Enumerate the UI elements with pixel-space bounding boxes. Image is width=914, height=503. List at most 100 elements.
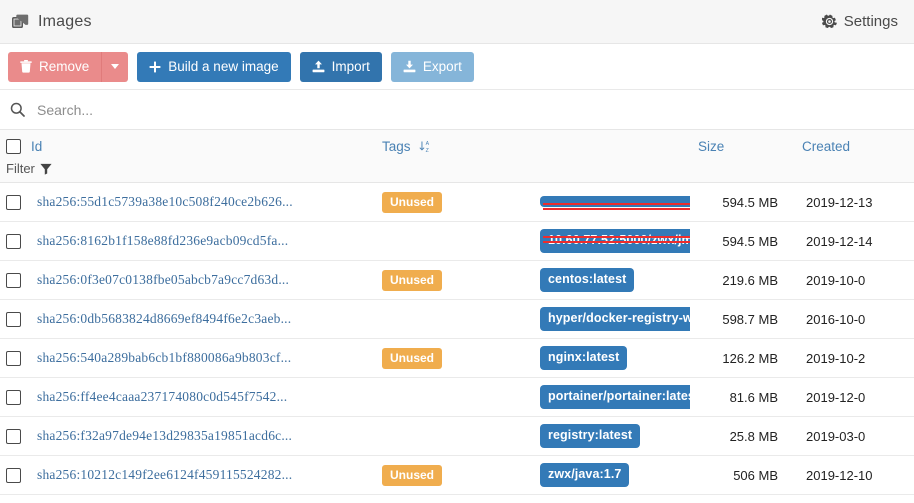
select-all-checkbox[interactable] [6,139,21,154]
cell-id: sha256:10212c149f2ee6124f459115524282... [0,455,374,495]
table-header-row: Id Filter Tags A Z Size Created [0,130,914,183]
filter-label: Filter [6,161,35,176]
table-row[interactable]: sha256:f32a97de94e13d29835a19851acd6c...… [0,416,914,456]
row-select-checkbox[interactable] [6,194,21,210]
svg-text:Z: Z [426,148,429,153]
search-input[interactable] [35,100,904,119]
cell-unused: Unused [374,455,532,495]
cell-size: 25.8 MB [690,416,794,456]
search-bar [0,90,914,130]
cell-created: 2019-12-13 [794,182,914,222]
image-id-link[interactable]: sha256:f32a97de94e13d29835a19851acd6c... [37,428,292,444]
cell-tag: registry:latest [532,416,690,456]
cell-tag: hyper/docker-registry-web:latest [532,299,690,339]
import-button[interactable]: Import [299,51,382,82]
remove-button[interactable]: Remove [8,51,102,82]
cell-created: 2016-10-0 [794,299,914,339]
table-row[interactable]: sha256:0db5683824d8669ef8494f6e2c3aeb...… [0,299,914,339]
image-id-link[interactable]: sha256:10212c149f2ee6124f459115524282... [37,467,292,483]
image-id-link[interactable]: sha256:540a289bab6cb1bf880086a9b803cf... [37,350,291,366]
tag-badge: registry:latest [540,424,641,448]
build-image-button[interactable]: Build a new image [137,51,291,82]
column-header-tags-label: Tags [382,139,411,154]
cell-unused [374,299,532,339]
table-row[interactable]: sha256:0f3e07c0138fbe05abcb7a9cc7d63d...… [0,260,914,300]
cell-tag: centos:latest [532,260,690,300]
export-label: Export [422,58,462,74]
images-icon [12,14,29,30]
image-id-link[interactable]: sha256:0db5683824d8669ef8494f6e2c3aeb... [37,311,291,327]
table-row[interactable]: sha256:55d1c5739a38e10c508f240ce2b626...… [0,182,914,222]
cell-unused: Unused [374,338,532,378]
cell-tag: nginx:latest [532,338,690,378]
table-row[interactable]: sha256:ff4ee4caaa237174080c0d545f7542...… [0,377,914,417]
cell-tag [532,182,690,222]
cell-id: sha256:0f3e07c0138fbe05abcb7a9cc7d63d... [0,260,374,300]
cell-tag: portainer/portainer:latest [532,377,690,417]
cell-id: sha256:540a289bab6cb1bf880086a9b803cf... [0,338,374,378]
image-id-link[interactable]: sha256:0f3e07c0138fbe05abcb7a9cc7d63d... [37,272,289,288]
row-select-checkbox[interactable] [6,467,21,483]
cell-created: 2019-03-0 [794,416,914,456]
row-select-checkbox[interactable] [6,272,21,288]
table-row[interactable]: sha256:8162b1f158e88fd236e9acb09cd5fa...… [0,221,914,261]
export-button[interactable]: Export [390,51,474,82]
settings-label: Settings [843,13,898,30]
cell-size: 219.6 MB [690,260,794,300]
remove-button-group: Remove [8,51,129,82]
cell-size: 126.2 MB [690,338,794,378]
cell-size: 594.5 MB [690,182,794,222]
cell-tag: 10.60.77.52:5000/zwx/jmdservice:latest [532,221,690,261]
filter-control[interactable]: Filter [6,161,366,176]
cell-size: 594.5 MB [690,221,794,261]
table-body: sha256:55d1c5739a38e10c508f240ce2b626...… [0,182,914,495]
cell-id: sha256:55d1c5739a38e10c508f240ce2b626... [0,182,374,222]
column-header-id[interactable]: Id Filter [0,130,374,183]
status-badge: Unused [382,191,443,213]
import-label: Import [331,58,370,74]
cell-size: 506 MB [690,455,794,495]
column-header-tags[interactable]: Tags A Z [374,130,690,183]
images-table: Id Filter Tags A Z Size Created sha256:5… [0,130,914,495]
cell-size: 81.6 MB [690,377,794,417]
panel-header: Images Settings [0,0,914,44]
upload-icon [312,60,325,73]
cell-size: 598.7 MB [690,299,794,339]
trash-icon [20,60,32,73]
cell-unused [374,377,532,417]
row-select-checkbox[interactable] [6,350,21,366]
cell-tag: zwx/java:1.7 [532,455,690,495]
column-header-size[interactable]: Size [690,130,794,183]
cell-created: 2019-10-2 [794,338,914,378]
cell-unused [374,416,532,456]
toolbar: Remove Build a new image Import Export [0,44,914,90]
table-row[interactable]: sha256:540a289bab6cb1bf880086a9b803cf...… [0,338,914,378]
download-icon [403,60,416,73]
chevron-down-icon [111,64,120,69]
tag-badge-redacted [540,195,690,210]
tag-badge: portainer/portainer:latest [540,385,690,409]
plus-icon [149,61,161,73]
cell-created: 2019-10-0 [794,260,914,300]
tag-badge: zwx/java:1.7 [540,463,630,487]
row-select-checkbox[interactable] [6,233,21,249]
row-select-checkbox[interactable] [6,389,21,405]
status-badge: Unused [382,347,443,369]
status-badge: Unused [382,464,443,486]
image-id-link[interactable]: sha256:55d1c5739a38e10c508f240ce2b626... [37,194,293,210]
tag-badge-redacted: 10.60.77.52:5000/zwx/jmdservice:latest [540,229,690,253]
tag-badge: hyper/docker-registry-web:latest [540,307,690,331]
image-id-link[interactable]: sha256:8162b1f158e88fd236e9acb09cd5fa... [37,233,288,249]
svg-text:A: A [426,141,430,147]
table-row[interactable]: sha256:10212c149f2ee6124f459115524282...… [0,455,914,495]
row-select-checkbox[interactable] [6,311,21,327]
remove-dropdown-toggle[interactable] [101,51,129,82]
cell-id: sha256:f32a97de94e13d29835a19851acd6c... [0,416,374,456]
cell-unused: Unused [374,260,532,300]
image-id-link[interactable]: sha256:ff4ee4caaa237174080c0d545f7542... [37,389,287,405]
cell-created: 2019-12-0 [794,377,914,417]
sort-alpha-down-icon: A Z [419,140,431,153]
row-select-checkbox[interactable] [6,428,21,444]
settings-button[interactable]: Settings [821,13,898,30]
column-header-created[interactable]: Created [794,130,914,183]
